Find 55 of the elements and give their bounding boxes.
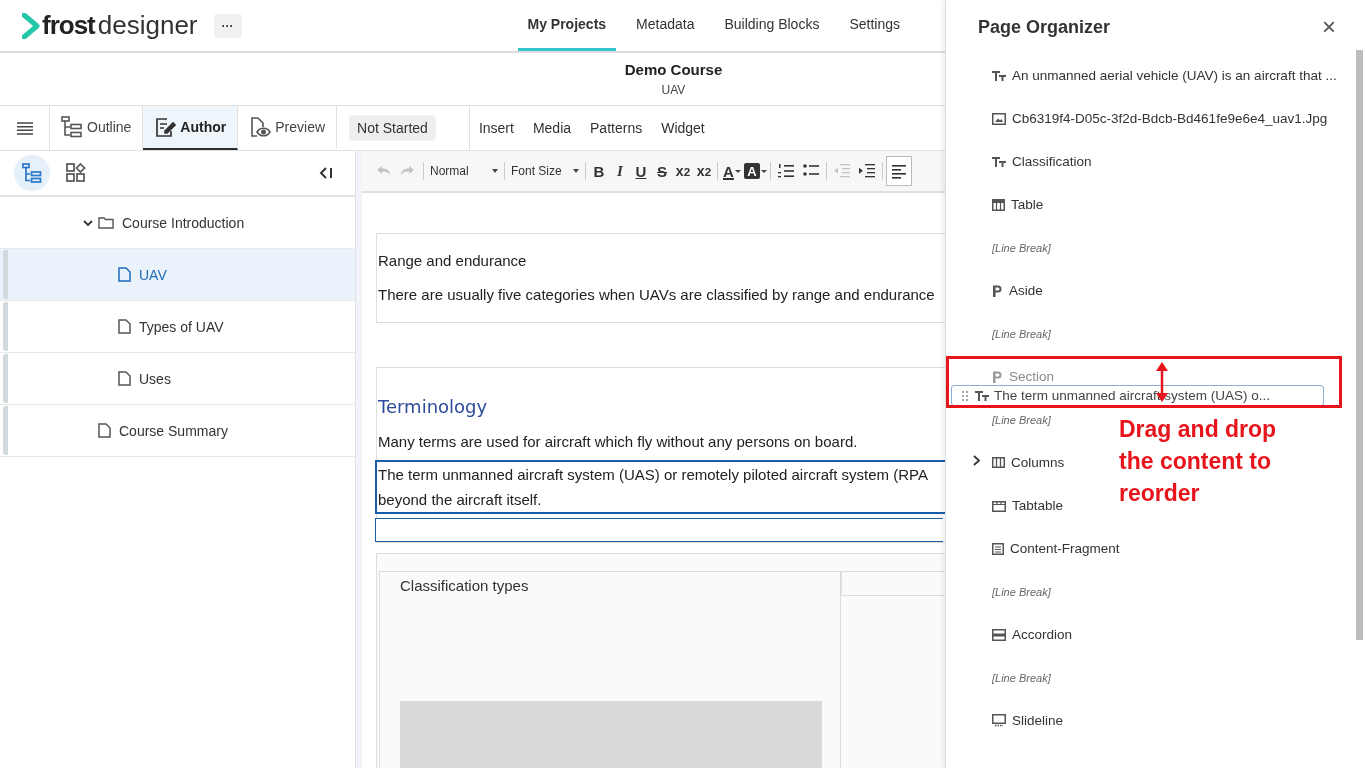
table-block[interactable]: Classification types: [376, 553, 945, 768]
dropdown[interactable]: Normal: [427, 161, 501, 181]
status-badge: Not Started: [349, 115, 436, 141]
format-button[interactable]: S: [652, 161, 672, 181]
format-button[interactable]: U: [631, 161, 651, 181]
panel-title: Page Organizer: [978, 16, 1111, 38]
view-tab[interactable]: Author: [143, 106, 239, 150]
organizer-item[interactable]: Cb6319f4-D05c-3f2d-Bdcb-Bd461fe9e6e4_uav1.Jpg: [992, 111, 1328, 126]
menu-item[interactable]: Media: [523, 106, 582, 150]
line-break-item[interactable]: [Line Break]: [992, 671, 1051, 684]
organizer-item[interactable]: Accordion: [992, 627, 1073, 642]
organizer-item[interactable]: Content-Fragment: [992, 541, 1120, 556]
nav-tab[interactable]: Settings: [839, 0, 910, 51]
organizer-item[interactable]: Section: [992, 369, 1055, 384]
dropdown[interactable]: Font Size: [508, 161, 582, 181]
line-break-item[interactable]: [Line Break]: [992, 327, 1051, 340]
page-title: UAV: [661, 83, 686, 97]
organizer-item[interactable]: Table: [992, 197, 1044, 212]
format-button[interactable]: I: [610, 161, 630, 181]
annotation-text: Drag and drop the content to reorder: [1119, 415, 1278, 508]
nav-tab[interactable]: My Projects: [517, 0, 617, 51]
nav-tab[interactable]: Building Blocks: [714, 0, 830, 51]
close-button[interactable]: ×: [1322, 15, 1336, 39]
logo-text: frostdesigner: [42, 10, 198, 41]
organizer-item[interactable]: Aside: [992, 283, 1043, 298]
paragraph: Range and endurance: [377, 251, 528, 271]
paragraph: There are usually five categories when UAVs are classified by range and endurance: [377, 285, 936, 305]
organizer-item[interactable]: Columns: [992, 455, 1065, 470]
line-break-item[interactable]: [Line Break]: [992, 413, 1051, 426]
organizer-item[interactable]: Tabtable: [992, 498, 1064, 513]
tree-item[interactable]: Types of UAV: [0, 301, 355, 353]
paragraph[interactable]: The term unmanned aircraft system (UAS) or remotely piloted aircraft system (RPA beyond the aircraft itself.: [375, 460, 945, 514]
view-tab[interactable]: Preview: [238, 106, 338, 150]
line-break-item[interactable]: [Line Break]: [992, 241, 1051, 254]
tree-item[interactable]: UAV: [0, 249, 355, 301]
text-block[interactable]: Range and endurance There are usually five categories when UAVs are classified by range and endurance: [376, 233, 945, 323]
highlight-button[interactable]: A: [743, 163, 760, 179]
line-break-item[interactable]: [Line Break]: [992, 585, 1051, 598]
section-block[interactable]: Terminology Many terms are used for aircraft which fly without any persons on board. The term unmanned aircraft system (UAS) or remotely piloted aircraft system (RPA beyond the aircraft itself.: [376, 367, 945, 543]
organizer-item[interactable]: Slideline: [992, 713, 1064, 728]
menu-item[interactable]: Patterns: [581, 106, 653, 150]
format-button[interactable]: B: [589, 161, 609, 181]
font-color-button[interactable]: A: [721, 161, 743, 181]
course-title: Demo Course: [624, 61, 723, 78]
section-heading: Terminology: [377, 395, 489, 419]
organizer-item[interactable]: Classification: [992, 154, 1092, 169]
table-cell-text: Classification types: [400, 577, 530, 594]
tree-item[interactable]: Course Summary: [0, 405, 355, 457]
paragraph[interactable]: Many terms are used for aircraft which fly without any persons on board.: [375, 427, 945, 456]
menu-item[interactable]: Widget: [652, 106, 715, 150]
menu-item[interactable]: Insert: [469, 106, 524, 150]
more-button[interactable]: ···: [213, 13, 242, 38]
organizer-item[interactable]: An unmanned aerial vehicle (UAV) is an aircraft that ...: [992, 68, 1337, 83]
tree-item[interactable]: Uses: [0, 353, 355, 405]
nav-tab[interactable]: Metadata: [626, 0, 705, 51]
